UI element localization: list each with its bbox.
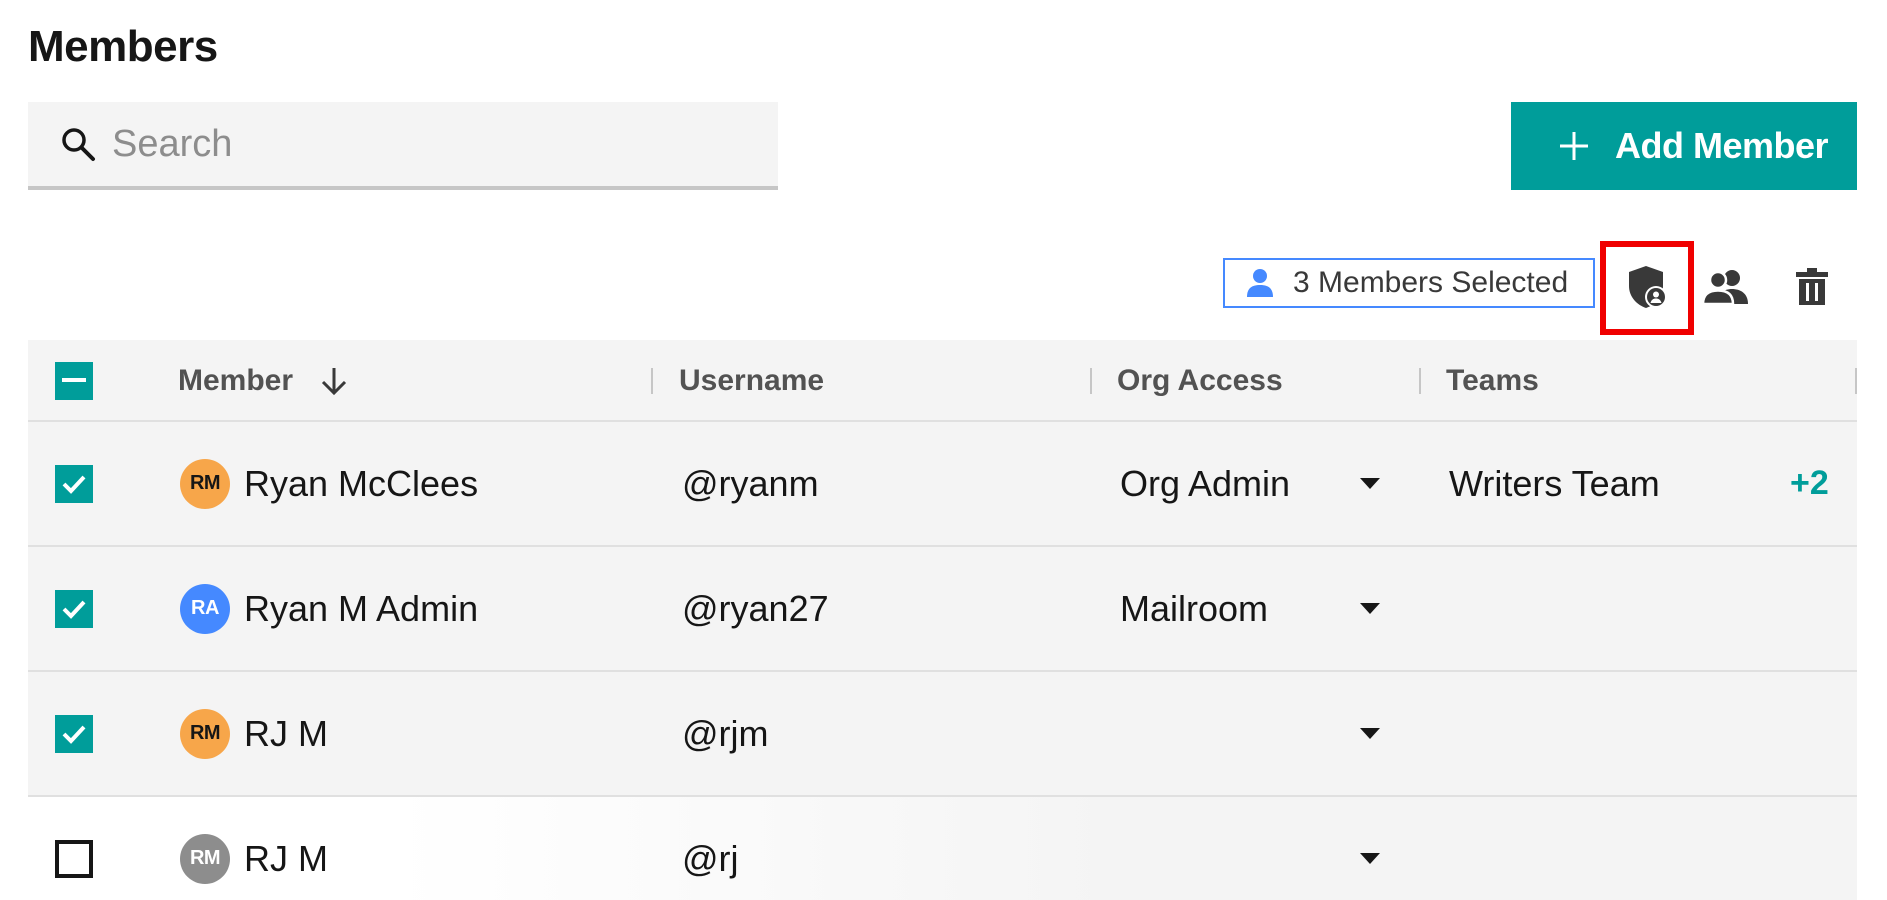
avatar: RM	[180, 708, 230, 759]
column-header-label: Username	[679, 364, 825, 397]
checkmark-icon	[62, 475, 86, 494]
column-separator	[651, 368, 653, 394]
column-header-label: Teams	[1446, 364, 1539, 397]
row-checkbox[interactable]	[55, 589, 93, 628]
members-selected-badge: 3 Members Selected	[1223, 258, 1595, 308]
org-access-value: Mailroom	[1120, 587, 1269, 629]
member-name: RJ M	[244, 712, 328, 754]
column-header-label: Org Access	[1117, 364, 1283, 397]
assign-team-button[interactable]	[1682, 244, 1770, 332]
search-input[interactable]	[112, 122, 752, 166]
table-row[interactable]: RM RJ M @rjm	[28, 672, 1857, 797]
avatar: RM	[180, 833, 230, 884]
add-member-label: Add Member	[1615, 125, 1829, 166]
member-name: RJ M	[244, 837, 328, 879]
table-row[interactable]: RM RJ M @rj	[28, 797, 1857, 900]
org-access-dropdown-caret-icon[interactable]	[1359, 852, 1381, 866]
column-header-teams[interactable]: Teams	[1446, 340, 1539, 422]
more-teams-badge[interactable]: +2	[1790, 422, 1829, 545]
group-icon	[1701, 269, 1750, 308]
table-row[interactable]: RM Ryan McClees @ryanm Org Admin Writers…	[28, 422, 1857, 547]
search-box[interactable]	[28, 102, 778, 190]
table-header: Member Username Org Access Teams	[28, 340, 1857, 422]
delete-button[interactable]	[1768, 244, 1856, 332]
plus-icon	[1557, 129, 1591, 163]
search-icon	[58, 124, 98, 164]
row-checkbox[interactable]	[55, 839, 93, 878]
teams-value: Writers Team	[1449, 462, 1660, 504]
column-header-username[interactable]: Username	[679, 340, 824, 422]
org-access-dropdown-caret-icon[interactable]	[1359, 477, 1381, 491]
select-all-cell	[55, 340, 93, 422]
shield-user-icon	[1626, 264, 1668, 313]
column-separator	[1419, 368, 1421, 394]
avatar: RM	[180, 458, 230, 509]
column-header-member[interactable]: Member	[178, 340, 349, 422]
select-all-checkbox[interactable]	[55, 362, 93, 400]
row-checkbox[interactable]	[55, 464, 93, 503]
username: @rj	[682, 837, 739, 879]
username: @rjm	[682, 712, 769, 754]
avatar: RA	[180, 583, 230, 634]
org-access-dropdown-caret-icon[interactable]	[1359, 727, 1381, 741]
minus-icon	[62, 378, 86, 382]
checkmark-icon	[62, 600, 86, 619]
trash-icon	[1795, 267, 1829, 310]
assign-role-button[interactable]	[1600, 241, 1694, 335]
org-access-dropdown-caret-icon[interactable]	[1359, 602, 1381, 616]
username: @ryanm	[682, 462, 819, 504]
members-selected-label: 3 Members Selected	[1293, 266, 1569, 299]
username: @ryan27	[682, 587, 829, 629]
row-checkbox[interactable]	[55, 714, 93, 753]
column-header-org-access[interactable]: Org Access	[1117, 340, 1283, 422]
sort-arrow-down-icon[interactable]	[319, 366, 349, 396]
org-access-value: Org Admin	[1120, 462, 1291, 504]
checkmark-icon	[62, 725, 86, 744]
table-row[interactable]: RA Ryan M Admin @ryan27 Mailroom	[28, 547, 1857, 672]
column-separator	[1855, 368, 1857, 394]
members-table: Member Username Org Access Teams RM Ryan…	[28, 340, 1857, 900]
column-separator	[1090, 368, 1092, 394]
add-member-button[interactable]: Add Member	[1511, 102, 1857, 190]
user-icon	[1245, 268, 1275, 298]
member-name: Ryan M Admin	[244, 587, 479, 629]
column-header-label: Member	[178, 364, 294, 397]
page-title: Members	[28, 22, 218, 71]
member-name: Ryan McClees	[244, 462, 479, 504]
